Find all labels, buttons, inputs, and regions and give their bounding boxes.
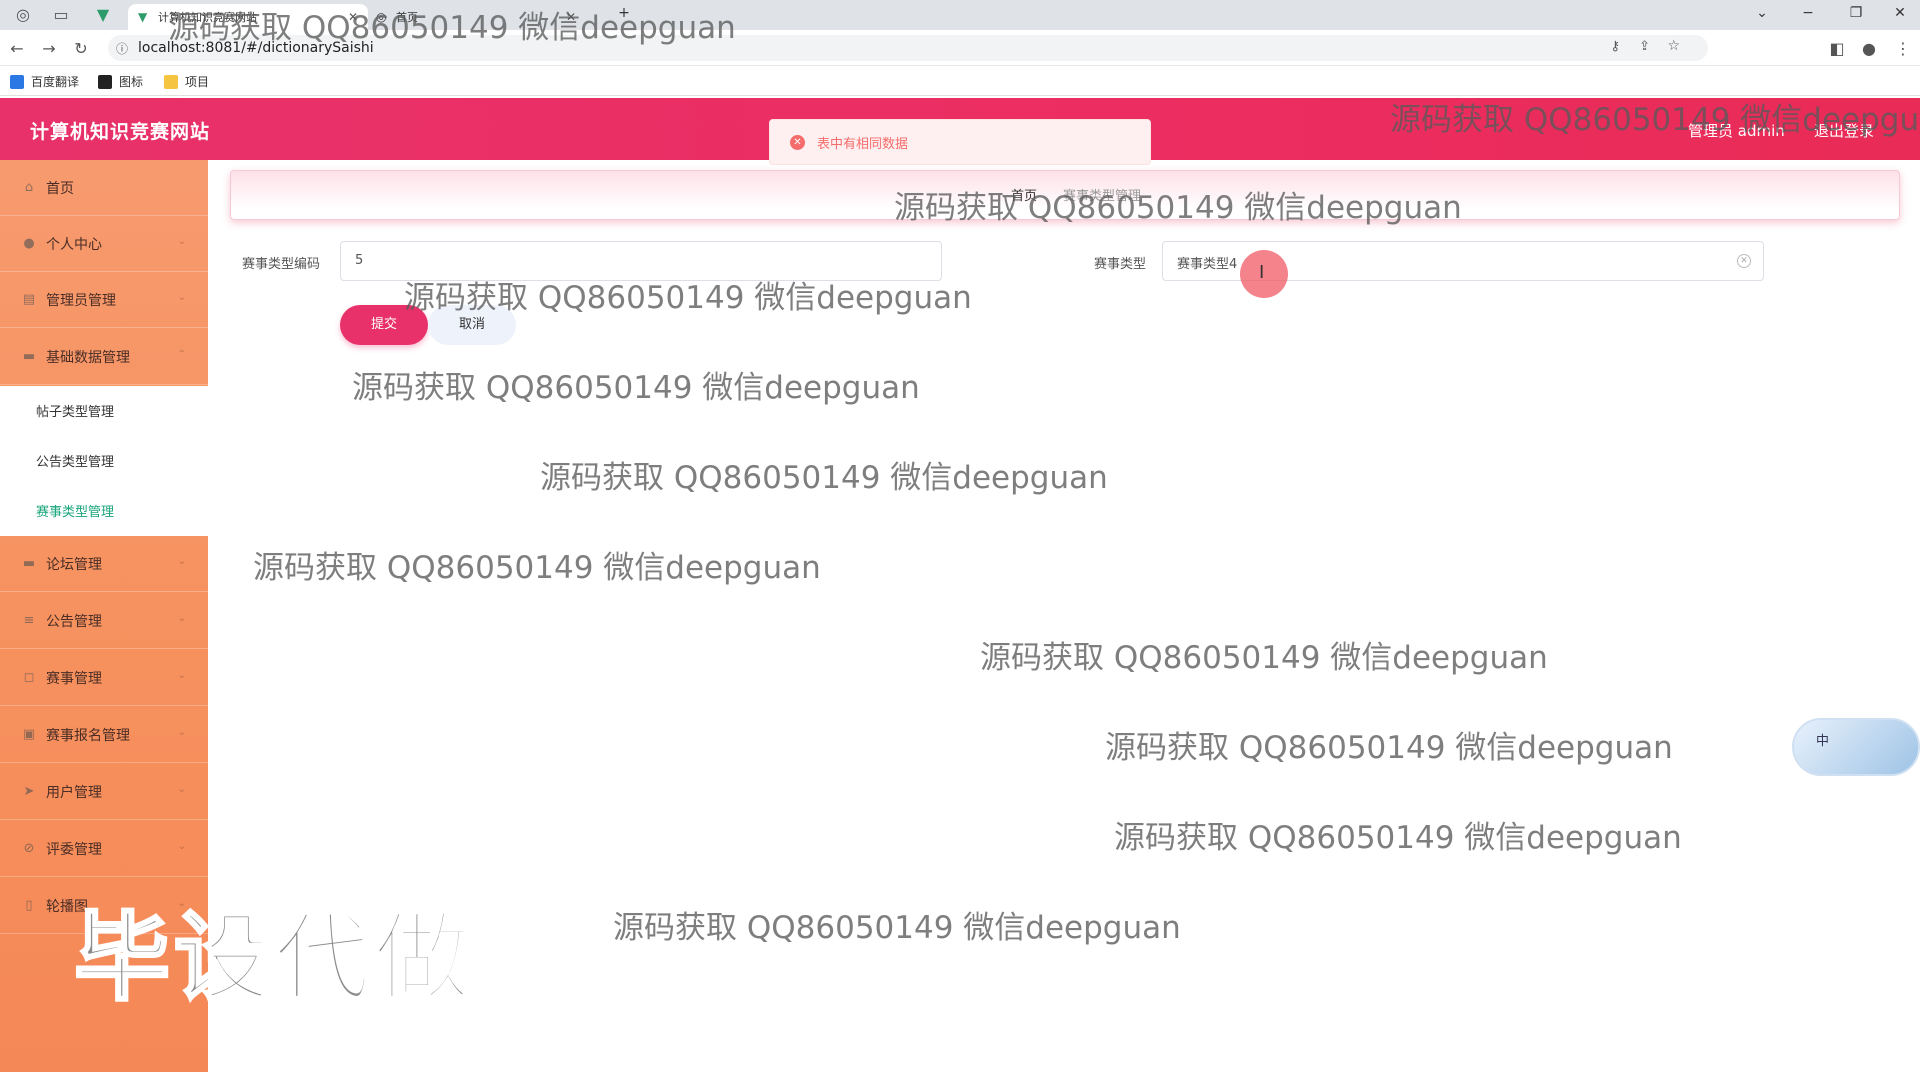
- submenu-item-post-type[interactable]: 帖子类型管理: [36, 401, 114, 420]
- user-icon: ●: [23, 235, 35, 251]
- sidebar-item-label: 个人中心: [46, 236, 102, 253]
- bookmark-item[interactable]: 项目: [164, 73, 209, 90]
- tab-blank-icon[interactable]: ▭: [50, 4, 72, 26]
- screen: ◎ ▭ ▼ ▼ 计算机知识竞赛网站 ✕ ◎ 首页 ✕ + ⌄ − ❐ ✕ ← →…: [0, 0, 1920, 1072]
- sidebar-item-users[interactable]: ➤ 用户管理 ⌄: [0, 764, 208, 820]
- sidebar-item-label: 论坛管理: [46, 556, 102, 573]
- watermark: 源码获取 QQ86050149 微信deepguan: [253, 550, 821, 586]
- close-window-icon[interactable]: ✕: [1880, 2, 1920, 24]
- sidebar-item-label: 赛事报名管理: [46, 727, 130, 744]
- bookmarks-bar: 百度翻译 图标 项目: [0, 66, 1920, 96]
- bookmark-label: 百度翻译: [31, 75, 80, 89]
- forward-icon[interactable]: →: [38, 38, 60, 60]
- error-toast: ✕ 表中有相同数据: [769, 119, 1151, 165]
- submenu-item-notice-type[interactable]: 公告类型管理: [36, 451, 114, 470]
- admin-icon: ▤: [22, 291, 36, 307]
- clear-icon[interactable]: ✕: [1737, 254, 1751, 268]
- chevron-down-icon: ⌄: [177, 556, 186, 567]
- translate-icon: [10, 74, 24, 89]
- watermark: 源码获取 QQ86050149 微信deepguan: [1114, 820, 1682, 856]
- chevron-down-icon: ⌄: [177, 292, 186, 303]
- sidebar-item-basedata[interactable]: ▬ 基础数据管理 ⌃: [0, 329, 208, 385]
- type-value: 赛事类型4: [1177, 257, 1238, 272]
- watermark: 源码获取 QQ86050149 微信deepguan: [540, 460, 1108, 496]
- watermark: 源码获取 QQ86050149 微信deepguan: [894, 190, 1462, 226]
- sidebar-item-label: 基础数据管理: [46, 349, 130, 366]
- vue-icon: ▼: [138, 10, 148, 24]
- bookmark-item[interactable]: 百度翻译: [10, 73, 79, 90]
- watermark: 源码获取 QQ86050149 微信deepguan: [980, 640, 1548, 676]
- sidebar-item-notice[interactable]: ≡ 公告管理 ⌄: [0, 593, 208, 649]
- submenu-item-event-type[interactable]: 赛事类型管理: [36, 501, 114, 520]
- chevron-up-icon: ⌃: [177, 349, 186, 360]
- chevron-down-icon: ⌄: [177, 236, 186, 247]
- watermark: 源码获取 QQ86050149 微信deepguan: [613, 910, 1181, 946]
- event-icon: ◻: [23, 669, 35, 685]
- code-label: 赛事类型编码: [242, 257, 321, 272]
- sidebar-item-label: 首页: [46, 180, 74, 197]
- chevron-down-icon: ⌄: [177, 784, 186, 795]
- menu-icon[interactable]: ⋮: [1892, 38, 1914, 60]
- watermark: 源码获取 QQ86050149 微信deepguan: [1390, 102, 1920, 138]
- data-icon: ▬: [22, 348, 36, 364]
- watermark: 源码获取 QQ86050149 微信deepguan: [168, 10, 736, 46]
- sidebar-item-label: 公告管理: [46, 613, 102, 630]
- text-cursor-icon: I: [1259, 262, 1265, 283]
- profile-icon[interactable]: ●: [1858, 38, 1880, 60]
- bookmark-label: 项目: [185, 75, 210, 89]
- toast-message: 表中有相同数据: [817, 136, 909, 152]
- judge-icon: ⊘: [23, 840, 35, 856]
- sidebar-item-admin[interactable]: ▤ 管理员管理 ⌄: [0, 272, 208, 328]
- code-value: 5: [355, 253, 364, 268]
- folder-icon: [164, 74, 178, 89]
- big-watermark: 毕设代做: [73, 901, 474, 1016]
- sidebar-item-forum[interactable]: ▬ 论坛管理 ⌄: [0, 536, 208, 592]
- sidebar-item-judge[interactable]: ⊘ 评委管理 ⌄: [0, 821, 208, 877]
- forum-icon: ▬: [22, 555, 36, 571]
- bookmark-item[interactable]: 图标: [98, 73, 143, 90]
- watermark: 源码获取 QQ86050149 微信deepguan: [352, 370, 920, 406]
- reload-icon[interactable]: ↻: [70, 38, 92, 60]
- type-label: 赛事类型: [1094, 257, 1147, 272]
- tab-globe-icon[interactable]: ◎: [12, 4, 34, 26]
- sidebar-item-label: 管理员管理: [46, 292, 116, 309]
- users-icon: ➤: [23, 783, 35, 799]
- watermark: 源码获取 QQ86050149 微信deepguan: [1105, 730, 1673, 766]
- home-icon: ⌂: [24, 179, 34, 195]
- sidebar-item-signup[interactable]: ▣ 赛事报名管理 ⌄: [0, 707, 208, 763]
- bookmark-label: 图标: [119, 75, 144, 89]
- restore-icon[interactable]: ❐: [1836, 2, 1876, 24]
- carousel-icon: ▯: [25, 897, 33, 913]
- sidebar-item-label: 评委管理: [46, 841, 102, 858]
- tab-search-icon[interactable]: ⌄: [1742, 2, 1782, 24]
- chevron-down-icon: ⌄: [177, 670, 186, 681]
- sidebar-item-label: 赛事管理: [46, 670, 102, 687]
- sidebar-item-label: 用户管理: [46, 784, 102, 801]
- chevron-down-icon: ⌄: [177, 613, 186, 624]
- back-icon[interactable]: ←: [6, 38, 28, 60]
- chevron-down-icon: ⌄: [177, 727, 186, 738]
- error-icon: ✕: [790, 134, 805, 150]
- minimize-icon[interactable]: −: [1788, 2, 1828, 24]
- star-icon[interactable]: ☆: [1667, 38, 1680, 54]
- chevron-down-icon: ⌄: [177, 841, 186, 852]
- share-icon[interactable]: ⇪: [1639, 39, 1650, 54]
- sidebar-item-event[interactable]: ◻ 赛事管理 ⌄: [0, 650, 208, 706]
- sidebar-item-home[interactable]: ⌂ 首页: [0, 160, 208, 216]
- site-title: 计算机知识竞赛网站: [30, 121, 211, 143]
- sidebar-item-profile[interactable]: ● 个人中心 ⌄: [0, 216, 208, 272]
- watermark: 源码获取 QQ86050149 微信deepguan: [404, 280, 972, 316]
- sidepanel-icon[interactable]: ◧: [1826, 38, 1848, 60]
- info-icon[interactable]: ⓘ: [116, 40, 128, 57]
- tab-vue-icon[interactable]: ▼: [92, 4, 114, 26]
- image-icon: [98, 74, 112, 89]
- ime-widget[interactable]: 中: [1792, 718, 1920, 776]
- notice-icon: ≡: [23, 612, 35, 628]
- key-icon[interactable]: ⚷: [1610, 39, 1620, 54]
- signup-icon: ▣: [22, 726, 36, 742]
- ime-mode: 中: [1816, 734, 1830, 749]
